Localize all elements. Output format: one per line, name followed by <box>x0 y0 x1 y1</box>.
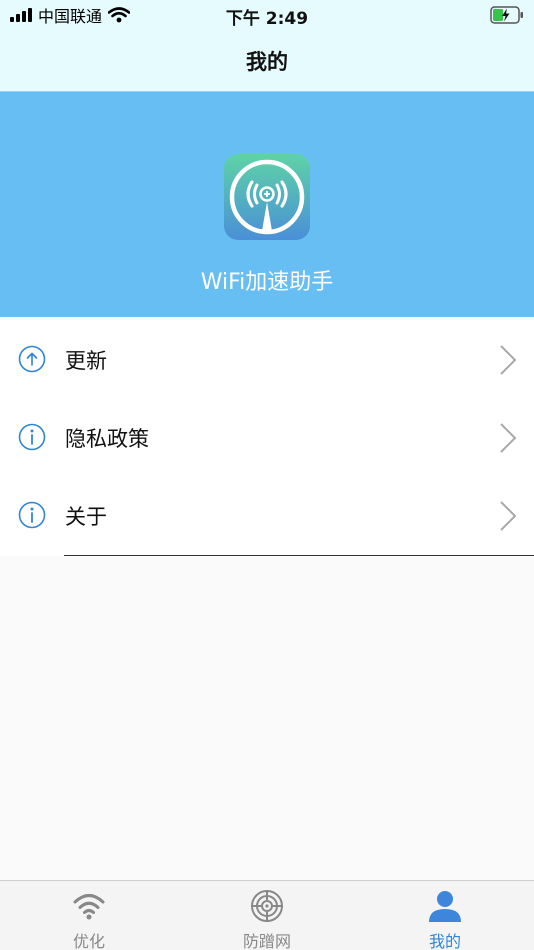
crosshair-icon <box>251 890 283 922</box>
info-icon <box>18 423 46 451</box>
chevron-right-icon <box>500 423 517 453</box>
tab-optimize[interactable]: 优化 <box>0 881 178 950</box>
nav-bar: 我的 <box>0 30 534 92</box>
tab-label: 优化 <box>72 932 105 950</box>
menu-item-about[interactable]: 关于 <box>0 476 534 556</box>
battery-charging-icon <box>490 6 523 24</box>
chevron-right-icon <box>500 501 517 531</box>
menu-item-label: 关于 <box>65 505 107 529</box>
status-bar: 中国联通 下午 2:49 <box>0 0 534 30</box>
divider <box>64 554 534 556</box>
menu-item-privacy-policy[interactable]: 隐私政策 <box>0 398 534 478</box>
wifi-antenna-logo-icon <box>224 154 310 240</box>
menu-item-update[interactable]: 更新 <box>0 320 534 400</box>
menu-item-label: 更新 <box>65 349 107 373</box>
wifi-icon <box>73 894 105 920</box>
status-time: 下午 2:49 <box>225 9 309 29</box>
user-icon <box>429 891 461 922</box>
tab-anti-freeload[interactable]: 防蹭网 <box>178 881 356 950</box>
tab-label: 我的 <box>428 932 461 950</box>
chevron-right-icon <box>500 345 517 375</box>
app-name: WiFi加速助手 <box>200 270 334 295</box>
tab-bar: 优化 防蹭网 我的 <box>0 880 534 950</box>
upload-arrow-icon <box>18 345 46 373</box>
tab-mine[interactable]: 我的 <box>356 881 534 950</box>
tab-label: 防蹭网 <box>242 932 291 950</box>
menu-item-label: 隐私政策 <box>65 427 149 451</box>
info-icon <box>18 501 46 529</box>
page-title: 我的 <box>246 49 288 74</box>
